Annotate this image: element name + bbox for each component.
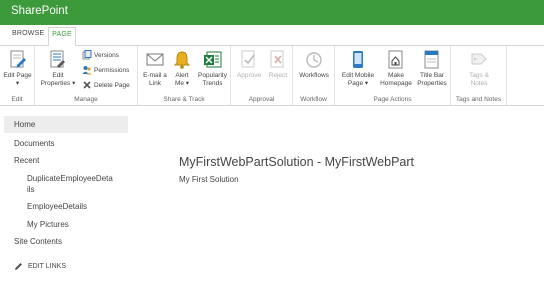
home-page-icon	[388, 50, 403, 69]
group-approval: Approve Reject Approval	[231, 46, 293, 105]
group-label-approval: Approval	[248, 96, 275, 103]
ribbon: Edit Page ▾ Edit Edit Properties ▾ Versi…	[0, 46, 544, 106]
group-edit: Edit Page ▾ Edit	[0, 46, 35, 105]
tab-page[interactable]: PAGE	[48, 27, 76, 47]
group-label-workflow: Workflow	[300, 96, 327, 103]
versions-icon	[82, 50, 92, 60]
page-title: MyFirstWebPartSolution - MyFirstWebPart	[179, 155, 415, 169]
alert-me-button[interactable]: Alert Me ▾	[171, 50, 193, 87]
group-share-track: E-mail a Link Alert Me ▾ Popularity Tren…	[138, 46, 231, 105]
nav-subitem-my-pictures[interactable]: My Pictures	[27, 219, 69, 230]
group-tags-notes: Tags & Notes Tags and Notes	[451, 46, 507, 105]
group-label-share-track: Share & Track	[163, 96, 205, 103]
ribbon-tab-row: BROWSE PAGE	[0, 25, 544, 47]
group-label-edit: Edit	[11, 96, 23, 103]
tags-icon	[471, 53, 487, 65]
group-page-actions: Edit Mobile Page ▾ Make Homepage Title B…	[335, 46, 451, 105]
edit-page-button[interactable]: Edit Page ▾	[3, 50, 32, 87]
delete-icon	[83, 81, 91, 89]
group-label-page-actions: Page Actions	[373, 96, 412, 103]
bell-icon	[173, 51, 191, 69]
suite-bar: SharePoint	[0, 0, 544, 25]
edit-links-button[interactable]: EDIT LINKS	[14, 262, 66, 271]
title-bar-properties-button[interactable]: Title Bar Properties	[415, 50, 449, 87]
nav-item-home[interactable]: Home	[4, 116, 128, 133]
reject-icon	[270, 50, 284, 68]
edit-properties-button[interactable]: Edit Properties ▾	[39, 50, 77, 87]
popularity-trends-button[interactable]: Popularity Trends	[196, 50, 229, 87]
nav-item-documents[interactable]: Documents	[14, 139, 54, 148]
pencil-icon	[15, 263, 22, 270]
reject-button[interactable]: Reject	[266, 50, 290, 80]
make-homepage-button[interactable]: Make Homepage	[379, 50, 413, 87]
nav-item-recent[interactable]: Recent	[14, 156, 39, 165]
permissions-icon	[82, 66, 92, 75]
nav-subitem-duplicate-employee-details[interactable]: DuplicateEmployeeDeta ils	[27, 173, 113, 195]
mobile-page-icon	[353, 51, 363, 68]
delete-page-button[interactable]: Delete Page	[82, 80, 130, 90]
web-part-content: My First Solution	[179, 175, 239, 184]
title-bar-icon	[424, 50, 439, 69]
brand-title[interactable]: SharePoint	[11, 5, 68, 17]
workflow-icon	[306, 52, 322, 68]
workflows-button[interactable]: Workflows	[296, 50, 332, 80]
nav-subitem-employee-details[interactable]: EmployeeDetails	[27, 201, 87, 212]
email-link-button[interactable]: E-mail a Link	[142, 50, 168, 87]
group-workflow: Workflows Workflow	[293, 46, 335, 105]
email-icon	[146, 53, 164, 66]
nav-item-site-contents[interactable]: Site Contents	[14, 237, 62, 246]
tags-notes-button[interactable]: Tags & Notes	[459, 50, 499, 87]
edit-properties-icon	[50, 50, 65, 68]
approve-icon	[241, 50, 255, 68]
edit-mobile-page-button[interactable]: Edit Mobile Page ▾	[339, 50, 377, 87]
permissions-button[interactable]: Permissions	[82, 65, 129, 75]
edit-page-icon	[10, 50, 26, 68]
group-label-manage: Manage	[74, 96, 98, 103]
group-label-tags-notes: Tags and Notes	[455, 96, 502, 103]
tab-browse[interactable]: BROWSE	[12, 30, 44, 37]
group-manage: Edit Properties ▾ Versions Permissions D…	[35, 46, 138, 105]
versions-button[interactable]: Versions	[82, 50, 119, 60]
approve-button[interactable]: Approve	[235, 50, 263, 80]
excel-trends-icon	[203, 51, 221, 68]
